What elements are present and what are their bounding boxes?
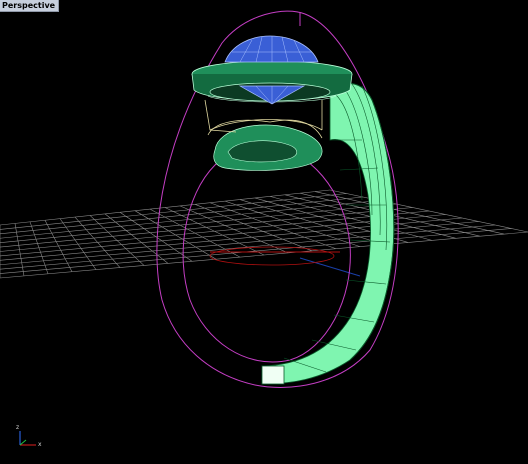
- gem-crown: [224, 35, 319, 63]
- grid-line: [0, 221, 479, 266]
- shank-end-cap: [261, 365, 285, 385]
- y-axis-arrow: [19, 439, 27, 446]
- z-axis-label: z: [16, 424, 20, 431]
- grid-line: [0, 196, 364, 235]
- grid-line: [0, 231, 528, 279]
- coil-setting: [207, 119, 323, 171]
- grid-line: [0, 193, 347, 230]
- perspective-viewport[interactable]: Perspective z x: [0, 0, 528, 464]
- grid-line: [0, 224, 496, 270]
- axis-indicator: z x: [10, 423, 46, 453]
- grid-line: [0, 200, 380, 239]
- scene-canvas[interactable]: [0, 0, 528, 464]
- y-axis-line: [299, 257, 361, 277]
- viewport-title-tab[interactable]: Perspective: [0, 0, 60, 12]
- x-axis-label: x: [38, 441, 42, 448]
